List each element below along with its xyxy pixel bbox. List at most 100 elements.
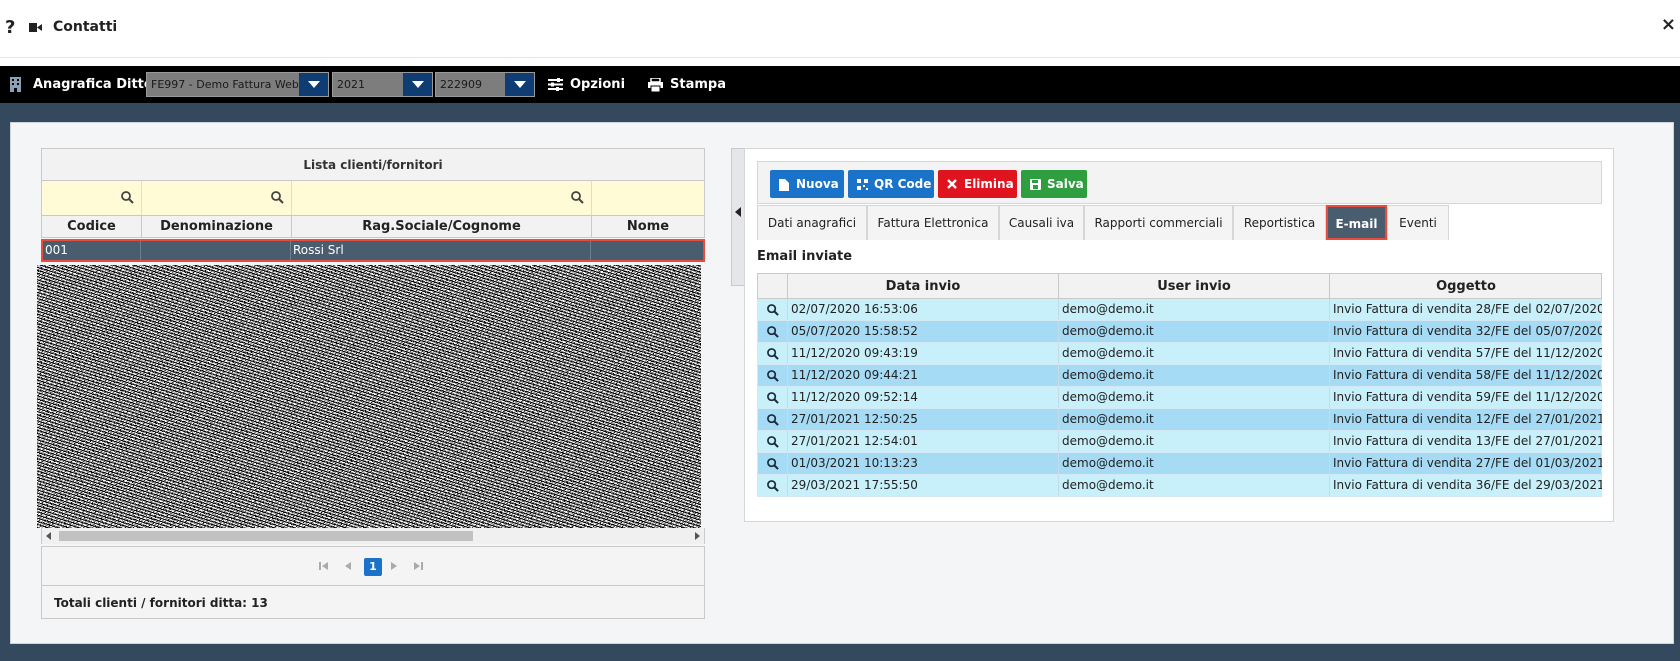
new-button[interactable]: Nuova <box>770 170 844 198</box>
company-select-value: FE997 - Demo Fattura Web <box>151 78 299 91</box>
new-button-label: Nuova <box>796 177 839 191</box>
column-header-codice[interactable]: Codice <box>42 216 142 238</box>
search-icon[interactable] <box>767 414 779 426</box>
table-row[interactable]: 29/03/2021 17:55:50 demo@demo.it Invio Fat… <box>757 475 1602 497</box>
pagination: 1 <box>41 546 705 586</box>
next-page-icon[interactable] <box>388 560 400 572</box>
column-header-oggetto[interactable]: Oggetto <box>1330 274 1602 299</box>
column-header-denominazione[interactable]: Denominazione <box>142 216 292 238</box>
table-row[interactable]: 27/01/2021 12:50:25 demo@demo.it Invio Fat… <box>757 409 1602 431</box>
column-header-nome[interactable]: Nome <box>592 216 704 238</box>
filter-ragsociale[interactable] <box>292 181 592 215</box>
search-icon[interactable] <box>767 458 779 470</box>
table-row-selected[interactable]: 001 Rossi Srl <box>41 239 705 262</box>
filter-denominazione[interactable] <box>142 181 292 215</box>
tab-email[interactable]: E-mail <box>1326 205 1387 240</box>
scroll-left-icon[interactable] <box>46 532 51 540</box>
view-email-cell[interactable] <box>758 299 788 320</box>
search-icon[interactable] <box>767 348 779 360</box>
table-row[interactable]: 02/07/2020 16:53:06 demo@demo.it Invio Fat… <box>757 299 1602 321</box>
chevron-down-icon[interactable] <box>505 73 534 96</box>
year-select[interactable]: 2021 <box>332 72 433 97</box>
current-page[interactable]: 1 <box>364 558 382 576</box>
video-camera-icon <box>29 23 42 32</box>
prev-page-icon[interactable] <box>342 560 354 572</box>
view-email-cell[interactable] <box>758 453 788 474</box>
search-icon[interactable] <box>767 392 779 404</box>
toolbar-title: Anagrafica Ditte <box>33 77 153 92</box>
tab-dati-anagrafici[interactable]: Dati anagrafici <box>757 205 867 240</box>
help-icon[interactable]: ? <box>5 17 15 38</box>
view-email-cell[interactable] <box>758 343 788 364</box>
last-page-icon[interactable] <box>412 560 424 572</box>
table-row[interactable]: 11/12/2020 09:52:14 demo@demo.it Invio Fat… <box>757 387 1602 409</box>
qr-code-icon <box>857 179 868 190</box>
close-icon[interactable]: × <box>1661 14 1676 35</box>
year-select-value: 2021 <box>337 78 365 91</box>
table-row[interactable]: 11/12/2020 09:44:21 demo@demo.it Invio Fat… <box>757 365 1602 387</box>
first-page-icon[interactable] <box>318 560 330 572</box>
company-select[interactable]: FE997 - Demo Fattura Web <box>146 72 329 97</box>
cell-oggetto: Invio Fattura di vendita 59/FE del 11/12… <box>1333 390 1602 404</box>
table-row[interactable]: 11/12/2020 09:43:19 demo@demo.it Invio Fat… <box>757 343 1602 365</box>
search-icon[interactable] <box>767 436 779 448</box>
scrollbar-thumb[interactable] <box>59 531 473 541</box>
cell-oggetto: Invio Fattura di vendita 28/FE del 02/07… <box>1333 302 1602 316</box>
options-label: Opzioni <box>570 77 626 92</box>
qr-code-button[interactable]: QR Code <box>848 170 934 198</box>
cell-oggetto: Invio Fattura di vendita 12/FE del 27/01… <box>1333 412 1602 426</box>
delete-button[interactable]: Elimina <box>938 170 1017 198</box>
tab-fattura-elettronica[interactable]: Fattura Elettronica <box>867 205 999 240</box>
total-count-label: Totali clienti / fornitori ditta: 13 <box>54 596 268 610</box>
building-icon <box>10 77 21 92</box>
table-row[interactable]: 05/07/2020 15:58:52 demo@demo.it Invio Fat… <box>757 321 1602 343</box>
view-email-cell[interactable] <box>758 321 788 342</box>
horizontal-scrollbar[interactable] <box>41 528 705 544</box>
print-button[interactable]: Stampa <box>648 77 726 92</box>
search-icon[interactable] <box>767 326 779 338</box>
email-table-header: Data invio User invio Oggetto <box>757 273 1602 299</box>
cell-user-invio: demo@demo.it <box>1059 343 1330 364</box>
tab-rapporti-commerciali[interactable]: Rapporti commerciali <box>1084 205 1233 240</box>
print-label: Stampa <box>670 77 726 92</box>
view-email-cell[interactable] <box>758 431 788 452</box>
cell-user-invio: demo@demo.it <box>1059 387 1330 408</box>
view-email-cell[interactable] <box>758 387 788 408</box>
close-x-icon <box>947 179 957 189</box>
filter-codice[interactable] <box>42 181 142 215</box>
cell-user-invio: demo@demo.it <box>1059 321 1330 342</box>
file-icon <box>779 179 789 191</box>
cell-user-invio: demo@demo.it <box>1059 365 1330 386</box>
search-icon[interactable] <box>767 304 779 316</box>
chevron-down-icon[interactable] <box>403 73 432 96</box>
cell-data-invio: 11/12/2020 09:44:21 <box>788 365 1059 386</box>
dialog-title: Contatti <box>53 19 118 35</box>
tab-reportistica[interactable]: Reportistica <box>1233 205 1326 240</box>
table-row[interactable]: 27/01/2021 12:54:01 demo@demo.it Invio Fat… <box>757 431 1602 453</box>
view-email-cell[interactable] <box>758 365 788 386</box>
action-bar: Nuova QR Code Elimina Salva <box>757 161 1602 204</box>
column-header-user-invio[interactable]: User invio <box>1059 274 1330 299</box>
column-header-ragsociale[interactable]: Rag.Sociale/Cognome <box>292 216 592 238</box>
filter-nome[interactable] <box>592 181 704 215</box>
tab-causali-iva[interactable]: Causali iva <box>999 205 1084 240</box>
options-button[interactable]: Opzioni <box>548 77 626 92</box>
printer-icon <box>648 78 663 92</box>
qr-code-button-label: QR Code <box>874 177 932 191</box>
scroll-right-icon[interactable] <box>695 532 700 540</box>
save-button[interactable]: Salva <box>1021 170 1087 198</box>
chevron-down-icon[interactable] <box>299 73 328 96</box>
tab-eventi[interactable]: Eventi <box>1387 205 1449 240</box>
search-icon[interactable] <box>767 370 779 382</box>
grid-header-row: Codice Denominazione Rag.Sociale/Cognome… <box>41 215 705 238</box>
delete-button-label: Elimina <box>964 177 1014 191</box>
table-row[interactable]: 01/03/2021 10:13:23 demo@demo.it Invio Fat… <box>757 453 1602 475</box>
cell-oggetto: Invio Fattura di vendita 57/FE del 11/12… <box>1333 346 1602 360</box>
view-email-cell[interactable] <box>758 475 788 496</box>
code-select[interactable]: 222909 <box>435 72 535 97</box>
top-toolbar: Anagrafica Ditte FE997 - Demo Fattura We… <box>0 66 1680 103</box>
cell-data-invio: 11/12/2020 09:43:19 <box>788 343 1059 364</box>
view-email-cell[interactable] <box>758 409 788 430</box>
column-header-data-invio[interactable]: Data invio <box>788 274 1059 299</box>
search-icon[interactable] <box>767 480 779 492</box>
